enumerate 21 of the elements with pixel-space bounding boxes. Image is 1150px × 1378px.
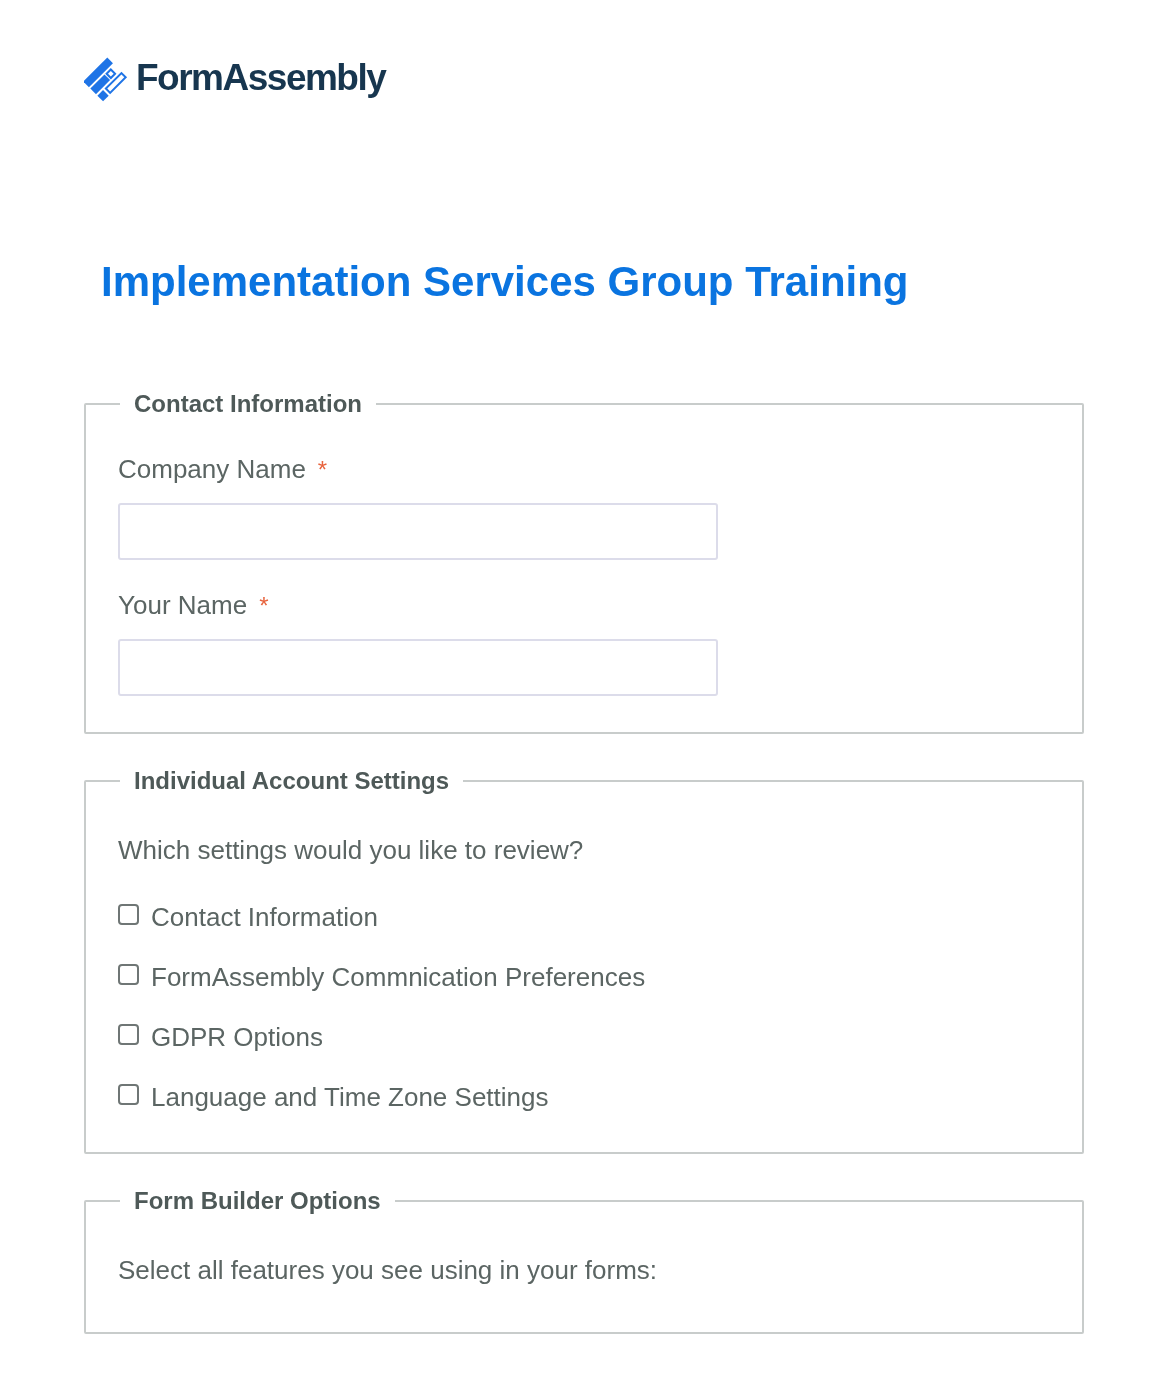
input-field[interactable] bbox=[118, 639, 718, 696]
checkbox[interactable] bbox=[118, 1023, 139, 1045]
checkbox[interactable] bbox=[118, 963, 139, 985]
question-text: Which settings would you like to review? bbox=[118, 835, 584, 866]
field-label: Company Name bbox=[118, 454, 306, 485]
section-legend: Individual Account Settings bbox=[134, 767, 450, 795]
checkbox[interactable] bbox=[118, 1083, 139, 1105]
logo-text: FormAssembly bbox=[136, 57, 386, 99]
field-label: Your Name bbox=[118, 590, 248, 621]
checkbox-label[interactable]: GDPR Options bbox=[151, 1021, 323, 1053]
form-title: Implementation Services Group Training bbox=[101, 258, 909, 306]
section-legend: Form Builder Options bbox=[134, 1187, 381, 1215]
input-field[interactable] bbox=[118, 503, 718, 560]
checkbox-label[interactable]: FormAssembly Commnication Preferences bbox=[151, 961, 646, 993]
checkbox-label[interactable]: Language and Time Zone Settings bbox=[151, 1081, 549, 1113]
checkbox-label[interactable]: Contact Information bbox=[151, 901, 378, 933]
question-text: Select all features you see using in your forms: bbox=[118, 1255, 658, 1286]
section-legend: Contact Information bbox=[134, 390, 362, 418]
required-mark: * bbox=[317, 456, 328, 484]
checkbox[interactable] bbox=[118, 903, 139, 925]
required-mark: * bbox=[259, 592, 269, 620]
